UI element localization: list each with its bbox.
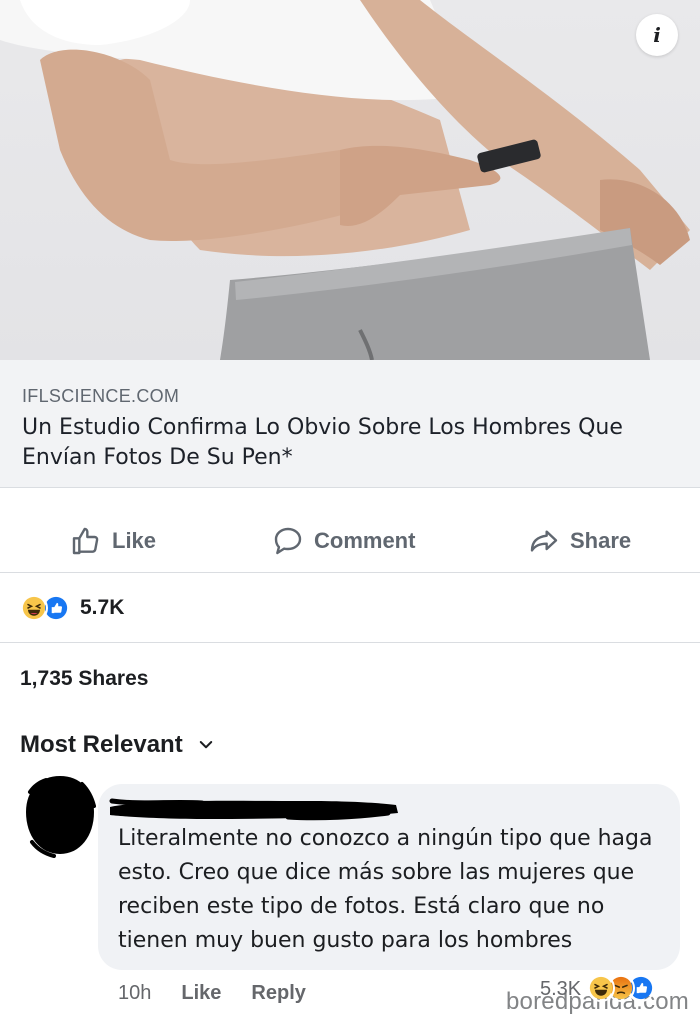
post-image-illustration — [0, 0, 690, 360]
reactions-summary[interactable]: 5.7K — [0, 574, 700, 643]
comment-meta: 10h Like Reply — [118, 978, 306, 1008]
reaction-icons — [20, 594, 76, 622]
sort-label: Most Relevant — [20, 731, 183, 758]
reactions-count: 5.7K — [80, 596, 125, 619]
link-domain: IFLSCIENCE.COM — [22, 386, 180, 406]
share-arrow-icon — [530, 530, 558, 552]
comment-button-label: Comment — [314, 528, 416, 553]
share-button-label: Share — [570, 528, 632, 553]
comment-reaction-icons — [587, 974, 659, 1004]
comment-reply-button[interactable]: Reply — [251, 982, 305, 1005]
shares-count[interactable]: 1,735 Shares — [0, 644, 700, 714]
info-icon[interactable]: i — [636, 14, 678, 56]
link-preview[interactable]: IFLSCIENCE.COM Un Estudio Confirma Lo Ob… — [0, 360, 700, 488]
haha-reaction-icon — [587, 974, 616, 1002]
avatar[interactable] — [22, 772, 98, 858]
link-title[interactable]: Un Estudio Confirma Lo Obvio Sobre Los H… — [22, 413, 672, 473]
redacted-commenter-name — [109, 798, 398, 821]
comment-sort-dropdown[interactable]: Most Relevant — [20, 728, 215, 762]
post-action-bar: Like Comment Share — [0, 489, 700, 573]
thumbs-up-icon — [72, 527, 99, 555]
share-button[interactable]: Share — [528, 525, 631, 557]
like-button[interactable]: Like — [70, 525, 156, 557]
comment-like-button[interactable]: Like — [181, 982, 221, 1005]
post-image[interactable]: i — [0, 0, 700, 360]
chevron-down-icon — [199, 741, 212, 749]
comment-bubble-icon — [274, 527, 302, 555]
haha-reaction-icon — [20, 594, 48, 622]
comment-text: Literalmente no conozco a ningún tipo qu… — [118, 826, 653, 953]
comment-button[interactable]: Comment — [272, 525, 415, 557]
comment-timestamp[interactable]: 10h — [118, 982, 151, 1005]
like-button-label: Like — [112, 528, 157, 553]
